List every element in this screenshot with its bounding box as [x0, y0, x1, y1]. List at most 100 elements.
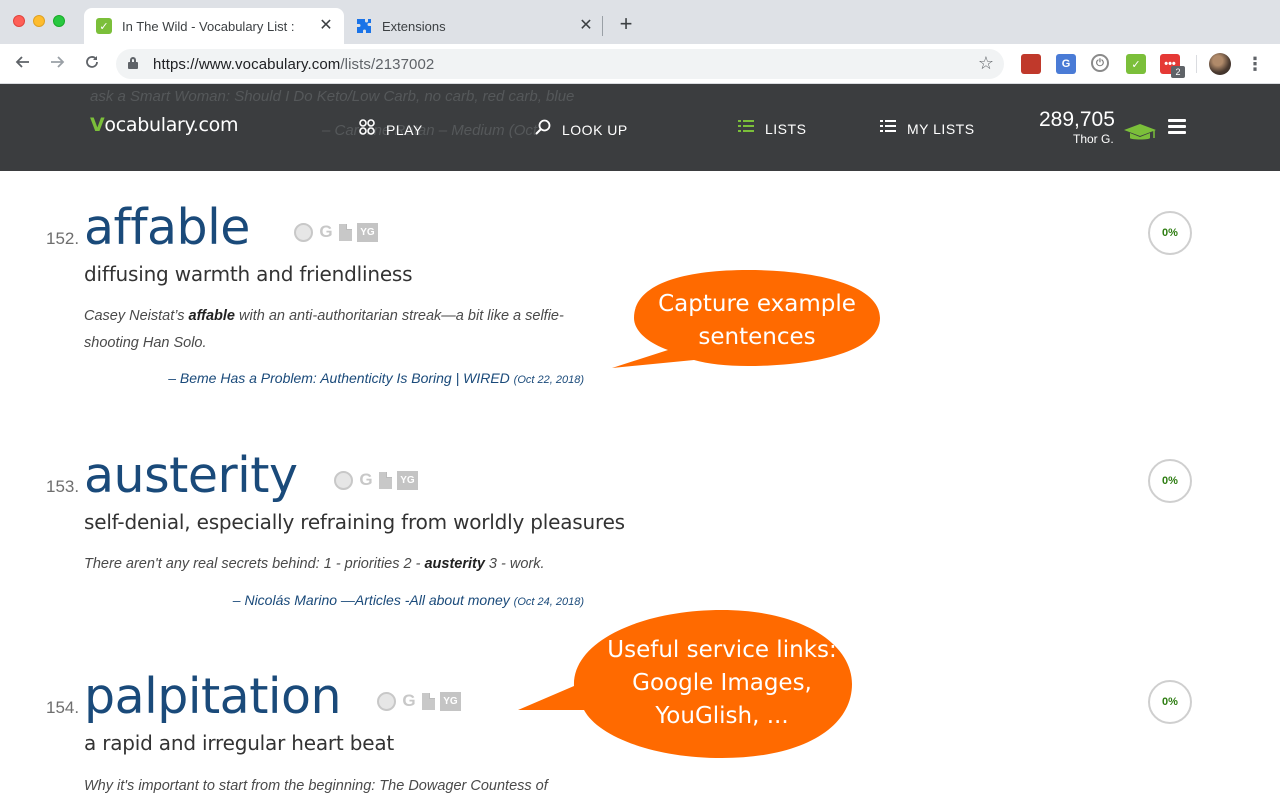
nav-lists-label: LISTS [765, 120, 807, 137]
example-text: 3 - work. [484, 556, 545, 572]
tab-extensions[interactable]: Extensions ✕ [344, 8, 604, 44]
service-links: G YG [377, 691, 461, 711]
grid-icon [358, 119, 376, 140]
logo-text: ocabulary.com [104, 114, 239, 136]
reload-button[interactable] [80, 52, 104, 76]
extension-badge: 2 [1171, 66, 1185, 78]
back-arrow-icon [15, 56, 29, 68]
document-icon[interactable] [422, 692, 435, 710]
entry-definition: self-denial, especially refraining from … [84, 510, 625, 534]
progress-circle[interactable]: 0% [1148, 459, 1192, 503]
nav-look-up-label: LOOK UP [562, 121, 628, 138]
close-window-button[interactable] [13, 15, 25, 27]
source-title[interactable]: – Beme Has a Problem: Authenticity Is Bo… [168, 370, 510, 386]
forward-button[interactable] [46, 52, 70, 76]
service-links: G YG [294, 222, 378, 242]
vocabulary-check-icon: ✓ [96, 18, 112, 34]
url-path: /lists/2137002 [340, 56, 435, 73]
entry-definition: diffusing warmth and friendliness [84, 262, 413, 286]
duckduckgo-icon[interactable] [294, 222, 313, 242]
entry-number: 152. [46, 229, 80, 248]
tab-separator [602, 16, 603, 36]
callout-line: YouGlish, ... [655, 703, 789, 729]
maximize-window-button[interactable] [53, 15, 65, 27]
url-host: https://www.vocabulary.com [153, 56, 341, 73]
puzzle-icon [356, 18, 372, 34]
entry-source[interactable]: – Beme Has a Problem: Authenticity Is Bo… [168, 370, 584, 386]
entry-definition: a rapid and irregular heart beat [84, 731, 395, 755]
youglish-icon[interactable]: YG [440, 691, 461, 711]
nav-play[interactable]: PLAY [358, 119, 423, 140]
scrolled-ghost-source: – Caroline Ratan – Medium (Oct [322, 122, 538, 139]
callout-text: Capture example sentences [634, 288, 880, 354]
callout-service-links: Useful service links: Google Images, You… [512, 604, 856, 766]
hamburger-menu-icon[interactable] [1168, 119, 1186, 135]
new-tab-button[interactable]: + [614, 12, 638, 36]
toolbar-separator [1196, 55, 1197, 73]
profile-avatar[interactable] [1209, 53, 1231, 75]
graduation-cap-icon[interactable] [1122, 122, 1158, 142]
entry-number: 154. [46, 698, 80, 717]
tab-vocabulary-list[interactable]: ✓ In The Wild - Vocabulary List : ✕ [84, 8, 344, 44]
callout-line: Google Images, [632, 670, 812, 696]
entry-example: Casey Neistat’s affable with an anti-aut… [84, 303, 604, 357]
site-header: ask a Smart Woman: Should I Do Keto/Low … [0, 84, 1280, 171]
callout-text: Useful service links: Google Images, You… [596, 634, 848, 733]
close-tab-icon[interactable]: ✕ [318, 18, 334, 34]
progress-circle[interactable]: 0% [1148, 211, 1192, 255]
browser-toolbar: https://www.vocabulary.com/lists/2137002… [0, 44, 1280, 84]
youglish-icon[interactable]: YG [397, 470, 418, 490]
callout-line: Useful service links: [607, 637, 837, 663]
source-date: (Oct 22, 2018) [513, 374, 584, 386]
source-title[interactable]: – Nicolás Marino —Articles -All about mo… [233, 592, 510, 608]
example-highlight: austerity [424, 556, 485, 572]
nav-my-lists-label: MY LISTS [907, 120, 975, 137]
forward-arrow-icon [51, 56, 65, 68]
document-icon[interactable] [339, 223, 352, 241]
entry-number: 153. [46, 477, 80, 496]
nav-play-label: PLAY [386, 121, 423, 138]
lock-icon [128, 57, 138, 69]
user-name[interactable]: Thor G. [1073, 132, 1114, 146]
scrolled-ghost-text: ask a Smart Woman: Should I Do Keto/Low … [90, 88, 575, 105]
entry-word[interactable]: palpitation [84, 668, 342, 725]
example-text: Why it's important to start from the beg… [84, 778, 548, 794]
list-icon [879, 119, 897, 138]
minimize-window-button[interactable] [33, 15, 45, 27]
address-bar[interactable]: https://www.vocabulary.com/lists/2137002… [116, 49, 1004, 79]
example-text: There aren't any real secrets behind: 1 … [84, 556, 425, 572]
progress-circle[interactable]: 0% [1148, 680, 1192, 724]
vocabulary-logo[interactable]: Vocabulary.com [90, 114, 239, 136]
youglish-icon[interactable]: YG [357, 222, 378, 242]
list-icon [737, 119, 755, 138]
translate-extension-icon[interactable]: G [1056, 54, 1076, 74]
entry-word[interactable]: austerity [84, 447, 298, 504]
vocabulary-extension-icon[interactable]: ✓ [1126, 54, 1146, 74]
book-extension-icon[interactable] [1021, 54, 1041, 74]
logo-check: V [90, 114, 105, 136]
google-icon[interactable]: G [401, 691, 417, 711]
entry-word[interactable]: affable [84, 199, 250, 256]
google-icon[interactable]: G [358, 470, 374, 490]
example-text: Casey Neistat’s [84, 308, 189, 324]
close-tab-icon[interactable]: ✕ [578, 18, 594, 34]
search-icon [534, 119, 552, 140]
document-icon[interactable] [379, 471, 392, 489]
entry-example: Why it's important to start from the beg… [84, 773, 604, 800]
nav-my-lists[interactable]: MY LISTS [879, 119, 975, 138]
user-points[interactable]: 289,705 [1039, 108, 1115, 132]
google-icon[interactable]: G [318, 222, 334, 242]
browser-tab-strip: ✓ In The Wild - Vocabulary List : ✕ Exte… [0, 0, 1280, 44]
duckduckgo-icon[interactable] [377, 691, 396, 711]
tab-title: Extensions [382, 18, 446, 34]
power-extension-icon[interactable]: ⏻ [1091, 54, 1109, 72]
url-text[interactable]: https://www.vocabulary.com/lists/2137002 [153, 56, 434, 73]
tab-title: In The Wild - Vocabulary List : [122, 18, 295, 34]
bookmark-star-icon[interactable]: ☆ [978, 53, 994, 74]
nav-lists[interactable]: LISTS [737, 119, 806, 138]
back-button[interactable] [10, 52, 34, 76]
browser-menu-icon[interactable]: ⋮ [1246, 52, 1264, 76]
nav-look-up[interactable]: LOOK UP [534, 119, 628, 140]
example-highlight: affable [188, 308, 235, 324]
duckduckgo-icon[interactable] [334, 470, 353, 490]
